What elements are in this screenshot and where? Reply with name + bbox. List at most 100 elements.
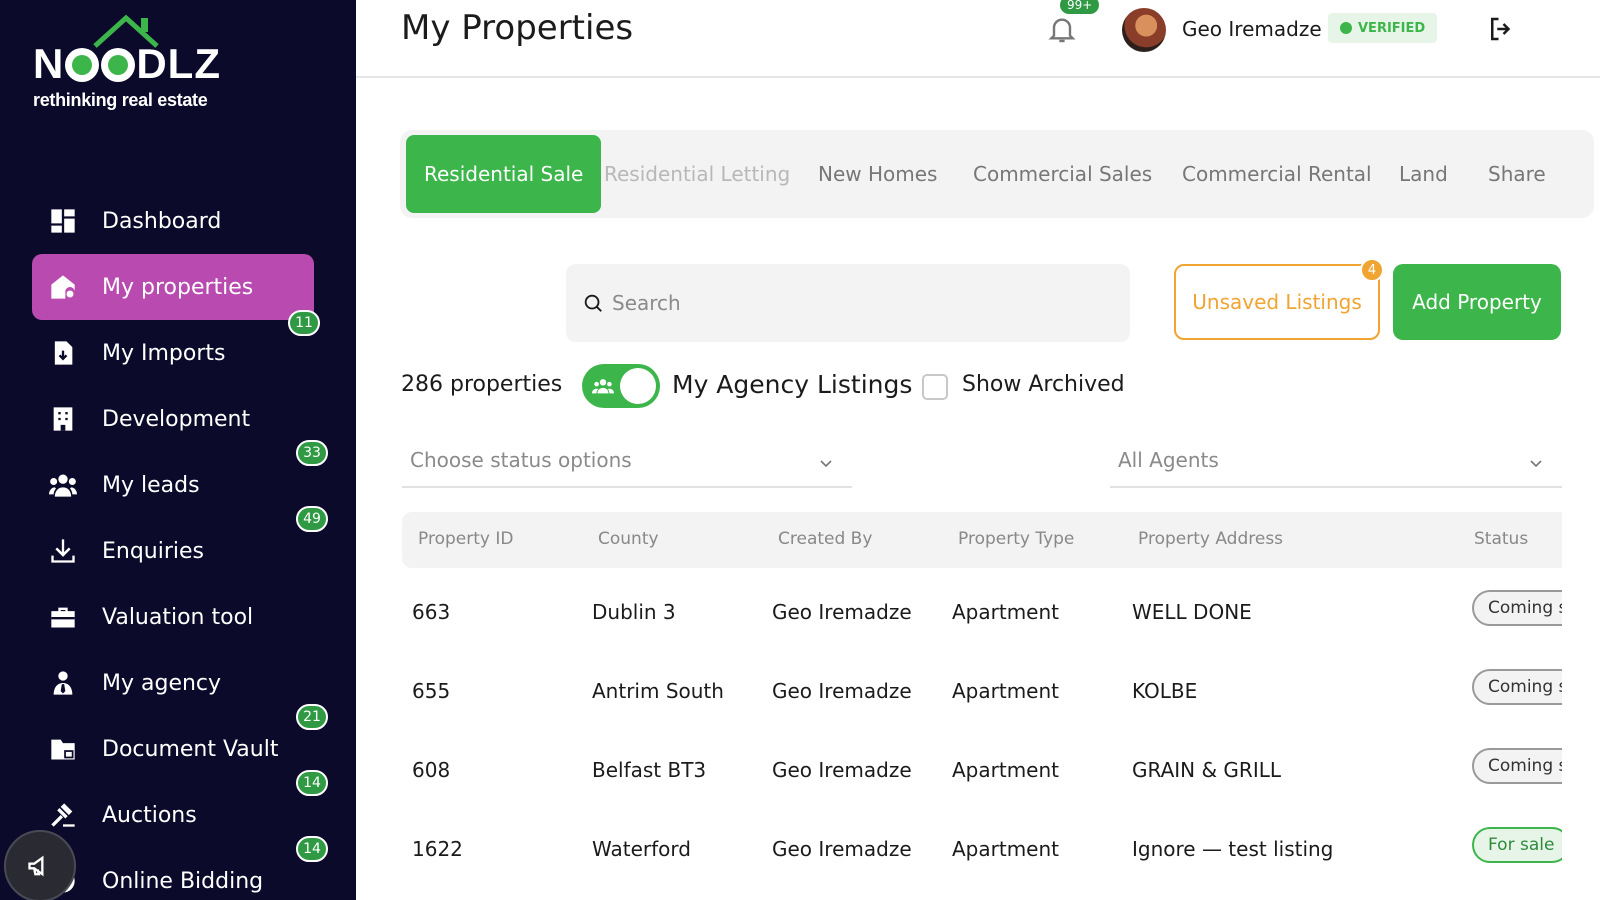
- cell-created-by: Geo Iremadze: [772, 679, 912, 703]
- sidebar-item-development[interactable]: Development 33: [32, 386, 328, 466]
- cell-type: Apartment: [952, 600, 1060, 624]
- cell-created-by: Geo Iremadze: [772, 600, 912, 624]
- cell-county: Dublin 3: [592, 600, 676, 624]
- tab-commercial-rental[interactable]: Commercial Rental: [1182, 135, 1372, 213]
- sidebar-item-document-vault[interactable]: Document Vault 14: [32, 716, 328, 796]
- tab-share[interactable]: Share: [1488, 135, 1546, 213]
- column-header-county[interactable]: County: [598, 529, 659, 549]
- top-header: My Properties 99+ Geo Iremadze VERIFIED: [356, 0, 1600, 78]
- announcement-button[interactable]: [4, 830, 76, 900]
- column-header-created-by[interactable]: Created By: [778, 529, 872, 549]
- sidebar-item-my-properties[interactable]: My properties 11: [32, 254, 320, 336]
- sidebar: N DLZ rethinking real estate Dashboard My …: [0, 0, 356, 900]
- sidebar-item-label: Document Vault: [102, 736, 279, 762]
- users-icon: [48, 470, 78, 500]
- status-select[interactable]: Choose status options: [402, 434, 852, 488]
- sidebar-item-auctions[interactable]: Auctions 14: [32, 782, 328, 862]
- sidebar-item-valuation-tool[interactable]: Valuation tool: [32, 584, 322, 650]
- column-header-status[interactable]: Status: [1474, 529, 1528, 549]
- table-row[interactable]: 655 Antrim South Geo Iremadze Apartment KOLB…: [402, 653, 1562, 732]
- cell-id: 608: [412, 758, 451, 782]
- sidebar-item-my-leads[interactable]: My leads 49: [32, 452, 328, 532]
- file-import-icon: [48, 338, 78, 368]
- properties-table-header: Property ID County Created By Property T…: [402, 512, 1562, 568]
- chevron-down-icon: [1528, 452, 1544, 468]
- status-badge: Coming soon: [1472, 669, 1562, 705]
- megaphone-icon: [28, 855, 44, 877]
- search-icon: [584, 294, 602, 312]
- logo-letter-left: N: [33, 40, 65, 87]
- sidebar-item-label: Dashboard: [102, 208, 222, 234]
- cell-type: Apartment: [952, 758, 1060, 782]
- brand-logo[interactable]: N DLZ rethinking real estate: [33, 12, 293, 122]
- sidebar-item-label: Development: [102, 406, 251, 432]
- brand-tagline: rethinking real estate: [33, 90, 208, 110]
- tab-residential-sale[interactable]: Residential Sale: [406, 135, 602, 213]
- download-icon: [48, 536, 78, 566]
- sidebar-item-label: Auctions: [102, 802, 197, 828]
- property-count: 286 properties: [401, 372, 563, 397]
- house-key-icon: [48, 272, 78, 302]
- verified-badge: VERIFIED: [1328, 13, 1438, 43]
- tab-residential-letting[interactable]: Residential Letting: [604, 135, 790, 213]
- cell-id: 655: [412, 679, 451, 703]
- table-row[interactable]: 608 Belfast BT3 Geo Iremadze Apartment GRAIN…: [402, 732, 1562, 811]
- agents-select[interactable]: All Agents: [1110, 434, 1562, 488]
- gavel-icon: [48, 800, 78, 830]
- user-avatar[interactable]: [1122, 8, 1166, 52]
- cell-type: Apartment: [952, 837, 1060, 861]
- building-icon: [48, 404, 78, 434]
- agency-listings-label: My Agency Listings: [672, 370, 913, 399]
- toggle-knob: [620, 368, 656, 404]
- column-header-property-type[interactable]: Property Type: [958, 529, 1074, 549]
- property-category-tabs: Residential Sale Residential Letting New H…: [400, 130, 1594, 218]
- sidebar-item-dashboard[interactable]: Dashboard: [32, 188, 322, 254]
- search-input[interactable]: [612, 291, 1092, 315]
- chevron-down-icon: [818, 452, 834, 468]
- user-name[interactable]: Geo Iremadze: [1182, 17, 1322, 41]
- folder-lock-icon: [48, 734, 78, 764]
- cell-created-by: Geo Iremadze: [772, 758, 912, 782]
- toolbox-icon: [48, 602, 78, 632]
- group-icon: [592, 379, 614, 394]
- logout-icon: [1491, 17, 1511, 41]
- logo-wordmark: N DLZ: [33, 40, 221, 88]
- status-badge: Coming soon: [1472, 590, 1562, 626]
- tab-new-homes[interactable]: New Homes: [818, 135, 937, 213]
- sidebar-item-my-agency[interactable]: My agency 21: [32, 650, 328, 730]
- add-property-button[interactable]: Add Property: [1393, 264, 1561, 340]
- notifications-button[interactable]: [1046, 12, 1082, 52]
- sidebar-item-label: Online Bidding: [102, 868, 264, 894]
- sidebar-item-label: My agency: [102, 670, 222, 696]
- column-header-property-id[interactable]: Property ID: [418, 529, 513, 549]
- agency-listings-toggle[interactable]: [582, 364, 660, 408]
- dashboard-icon: [48, 206, 78, 236]
- show-archived-label: Show Archived: [962, 372, 1125, 397]
- sidebar-item-my-imports[interactable]: My Imports: [32, 320, 322, 386]
- table-row[interactable]: 1622 Waterford Geo Iremadze Apartment Ignore…: [402, 811, 1562, 890]
- page-title: My Properties: [401, 8, 634, 48]
- sidebar-item-enquiries[interactable]: Enquiries: [32, 518, 322, 584]
- sidebar-item-online-bidding[interactable]: Online Bidding: [32, 848, 322, 900]
- cell-county: Antrim South: [592, 679, 724, 703]
- cell-address: Ignore — test listing: [1132, 837, 1334, 861]
- logout-button[interactable]: [1486, 14, 1518, 46]
- tab-land[interactable]: Land: [1399, 135, 1448, 213]
- search-box[interactable]: [566, 264, 1130, 342]
- sidebar-item-label: Enquiries: [102, 538, 205, 564]
- cell-id: 1622: [412, 837, 463, 861]
- cell-county: Waterford: [592, 837, 691, 861]
- unsaved-listings-button[interactable]: Unsaved Listings: [1174, 264, 1380, 340]
- agent-icon: [48, 668, 78, 698]
- show-archived-checkbox[interactable]: [922, 374, 948, 400]
- tab-commercial-sales[interactable]: Commercial Sales: [973, 135, 1152, 213]
- cell-address: WELL DONE: [1132, 600, 1252, 624]
- cell-county: Belfast BT3: [592, 758, 707, 782]
- table-row[interactable]: 663 Dublin 3 Geo Iremadze Apartment WELL DON…: [402, 574, 1562, 653]
- notifications-badge: 99+: [1060, 0, 1100, 14]
- cell-id: 663: [412, 600, 451, 624]
- column-header-property-address[interactable]: Property Address: [1138, 529, 1283, 549]
- unsaved-listings-badge: 4: [1360, 258, 1384, 282]
- agents-select-value: All Agents: [1118, 448, 1219, 472]
- cell-type: Apartment: [952, 679, 1060, 703]
